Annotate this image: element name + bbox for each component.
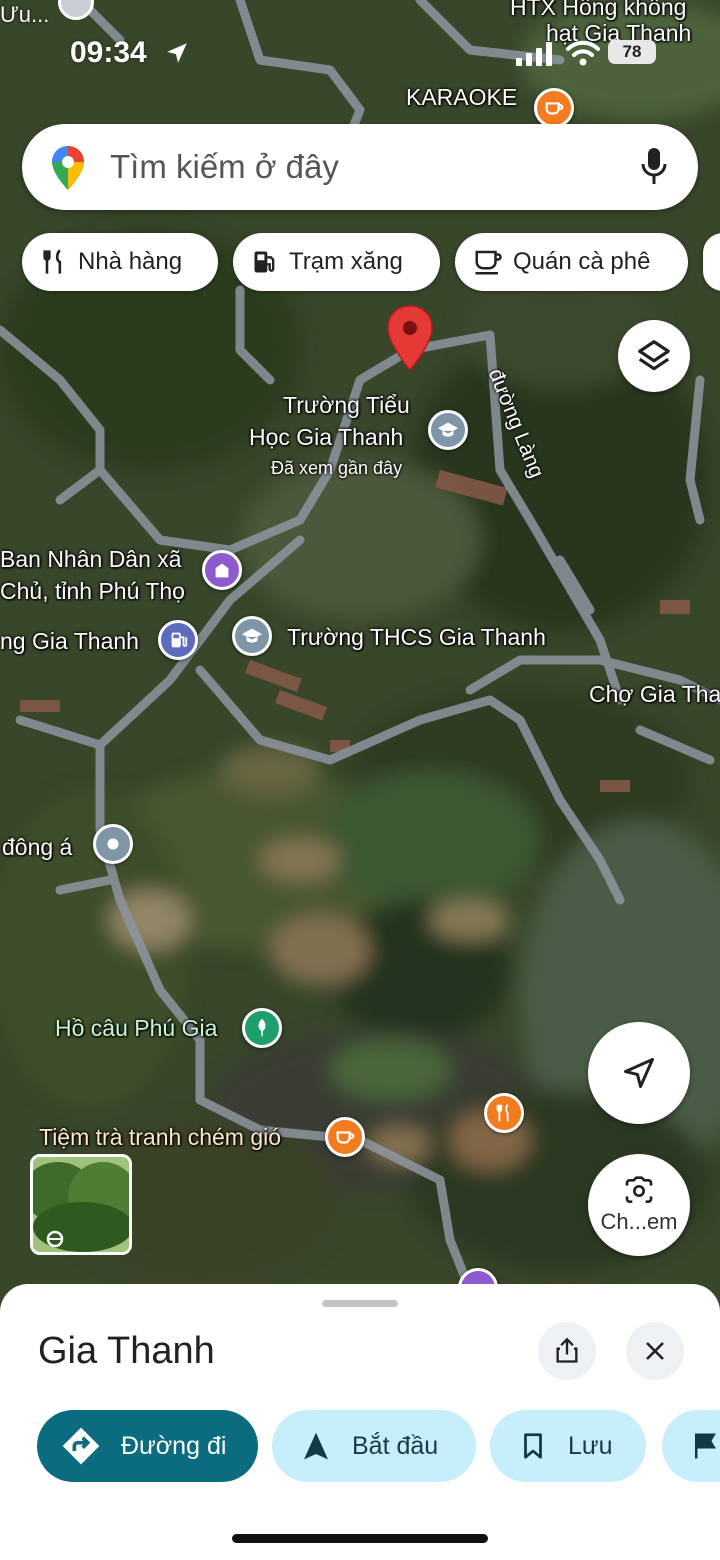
chip-coffee[interactable]: Quán cà phê: [455, 233, 688, 291]
map-label-school1-line2[interactable]: Học Gia Thanh: [249, 424, 403, 451]
chip-label: Nhà hàng: [78, 248, 183, 275]
coffee-icon: [475, 250, 502, 275]
navigation-start-icon: [304, 1432, 328, 1460]
fork-knife-icon: [43, 249, 62, 274]
lens-button-label: Ch...em: [600, 1209, 678, 1234]
navigation-arrow-icon: [624, 1058, 654, 1088]
label-button[interactable]: [662, 1410, 720, 1482]
close-button[interactable]: [626, 1322, 684, 1380]
search-input[interactable]: Tìm kiếm ở đây: [110, 148, 339, 186]
camera-lens-icon: [625, 1176, 653, 1203]
share-icon: [556, 1337, 578, 1363]
chip-more[interactable]: [703, 233, 720, 291]
park-pin-icon[interactable]: [242, 1008, 282, 1048]
map-label-lake[interactable]: Hồ câu Phú Gia: [55, 1015, 217, 1042]
map-label-dong-a[interactable]: đông á: [2, 834, 72, 861]
close-icon: [646, 1342, 664, 1360]
directions-label: Đường đi: [121, 1431, 227, 1460]
search-bar[interactable]: Tìm kiếm ở đây: [22, 124, 698, 210]
map-label-tea[interactable]: Tiệm trà tranh chém gió: [39, 1124, 281, 1151]
layers-button[interactable]: [618, 320, 690, 392]
location-arrow-icon: [167, 43, 187, 63]
status-bar: Ưu... 09:34 78: [0, 0, 720, 100]
back-to-app-label[interactable]: Ưu...: [0, 2, 49, 28]
status-time: 09:34: [70, 36, 147, 69]
wifi-icon: [566, 40, 600, 66]
save-label: Lưu: [568, 1431, 613, 1460]
generic-pin-icon[interactable]: [93, 824, 133, 864]
chip-label: Quán cà phê: [513, 248, 651, 275]
map-label-school1-line1[interactable]: Trường Tiểu: [283, 392, 410, 419]
google-maps-logo-icon: [52, 146, 84, 190]
school-pin-icon[interactable]: [428, 410, 468, 450]
my-location-button[interactable]: [588, 1022, 690, 1124]
back-app-icon[interactable]: [58, 0, 94, 20]
sheet-drag-handle[interactable]: [322, 1300, 398, 1307]
cellular-signal-icon: [516, 42, 552, 66]
street-view-thumbnail[interactable]: [30, 1154, 132, 1255]
government-pin-icon[interactable]: [202, 550, 242, 590]
map-label-school1-sub: Đã xem gần đây: [271, 458, 403, 478]
flag-icon: [695, 1433, 716, 1459]
map-label-gas[interactable]: ng Gia Thanh: [0, 628, 139, 655]
directions-button[interactable]: Đường đi: [37, 1410, 258, 1482]
bookmark-icon: [524, 1433, 542, 1459]
chip-restaurants[interactable]: Nhà hàng: [22, 233, 218, 291]
layers-icon: [638, 340, 670, 371]
place-title: Gia Thanh: [38, 1330, 215, 1372]
map-label-committee-line1[interactable]: Ban Nhân Dân xã: [0, 546, 182, 573]
start-button[interactable]: Bắt đầu: [272, 1410, 476, 1482]
directions-icon: [62, 1427, 100, 1465]
start-label: Bắt đầu: [352, 1431, 439, 1460]
microphone-icon[interactable]: [640, 146, 668, 186]
restaurant-pin-icon[interactable]: [484, 1093, 524, 1133]
street-view-image: [33, 1157, 129, 1252]
place-bottom-sheet[interactable]: Gia Thanh Đường đi Bắt đầu Lưu: [0, 1284, 720, 1560]
selected-location-pin-icon[interactable]: [386, 304, 434, 372]
chip-label: Trạm xăng: [289, 248, 403, 275]
cafe-pin-icon[interactable]: [325, 1117, 365, 1157]
home-indicator: [232, 1534, 488, 1543]
share-button[interactable]: [538, 1322, 596, 1380]
gas-station-icon: [254, 251, 275, 273]
map-label-school2[interactable]: Trường THCS Gia Thanh: [287, 624, 546, 651]
map-label-market[interactable]: Chợ Gia Tha: [589, 681, 720, 708]
chip-gas-stations[interactable]: Trạm xăng: [233, 233, 440, 291]
map-label-committee-line2[interactable]: Chủ, tỉnh Phú Thọ: [0, 578, 185, 605]
battery-indicator: 78: [608, 40, 656, 64]
school2-pin-icon[interactable]: [232, 616, 272, 656]
lens-button[interactable]: Ch...em: [588, 1154, 690, 1256]
gas-station-pin-icon[interactable]: [158, 620, 198, 660]
save-button[interactable]: Lưu: [490, 1410, 646, 1482]
